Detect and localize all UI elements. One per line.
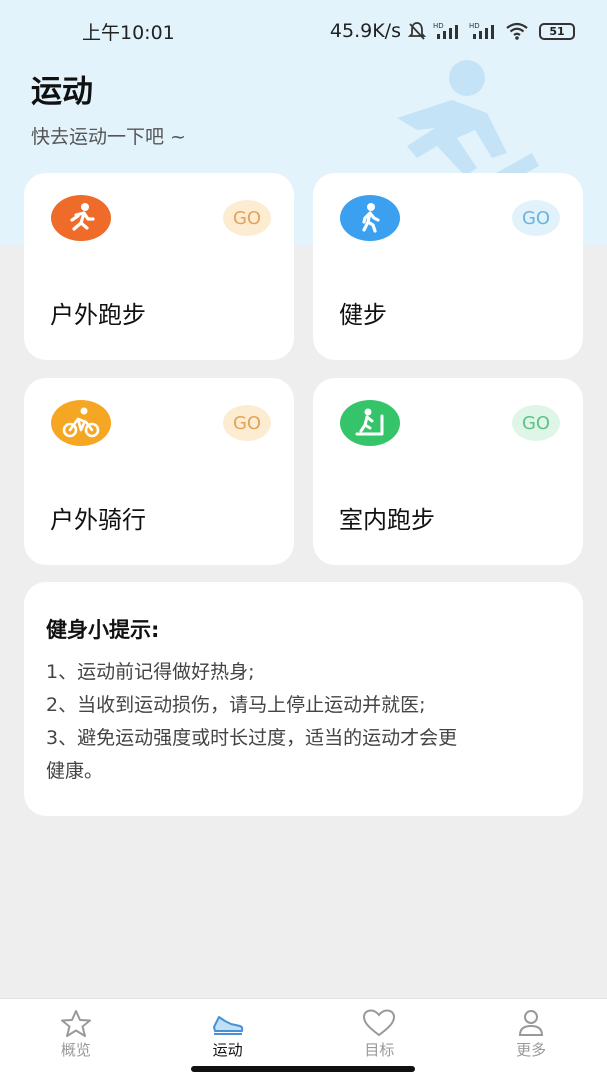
go-button[interactable]: GO (512, 405, 560, 441)
nav-label: 概览 (60, 1041, 91, 1059)
fitness-tips-card: 健身小提示: 1、运动前记得做好热身; 2、当收到运动损伤，请马上停止运动并就医… (24, 582, 583, 816)
star-icon (60, 1010, 91, 1037)
page-subtitle: 快去运动一下吧 ~ (31, 126, 186, 148)
page-title: 运动 (31, 74, 93, 110)
sport-card-outdoor-cycling[interactable]: GO 户外骑行 (24, 378, 294, 565)
tips-title: 健身小提示: (46, 618, 160, 642)
walking-icon (340, 195, 400, 241)
battery-level: 51 (549, 24, 565, 38)
sport-label: 户外骑行 (50, 506, 146, 534)
nav-item-overview[interactable]: 概览 (0, 999, 152, 1080)
tip-line: 3、避免运动强度或时长过度，适当的运动才会更 (46, 727, 458, 749)
tip-line: 健康。 (46, 760, 104, 782)
status-indicators: 45.9K/s HD HD 51 (330, 20, 575, 42)
svg-text:HD: HD (469, 22, 480, 30)
battery-icon: 51 (539, 22, 575, 40)
sneaker-icon (212, 1016, 243, 1035)
hd-signal-icon: HD (469, 22, 494, 39)
sport-label: 健步 (339, 301, 387, 329)
sport-card-outdoor-running[interactable]: GO 户外跑步 (24, 173, 294, 360)
nav-label: 运动 (212, 1041, 243, 1059)
sport-card-walking[interactable]: GO 健步 (313, 173, 583, 360)
tip-line: 1、运动前记得做好热身; (46, 661, 255, 683)
sport-label: 户外跑步 (50, 301, 146, 329)
go-button[interactable]: GO (223, 405, 271, 441)
home-indicator[interactable] (191, 1066, 415, 1072)
go-button[interactable]: GO (512, 200, 560, 236)
hd-signal-icon: HD (433, 22, 458, 39)
sport-card-indoor-running[interactable]: GO 室内跑步 (313, 378, 583, 565)
status-bar: 上午10:01 45.9K/s HD HD 51 (0, 0, 607, 62)
nav-item-more[interactable]: 更多 (455, 999, 607, 1080)
cycling-icon (51, 400, 111, 446)
nav-label: 更多 (516, 1041, 547, 1059)
wifi-icon (506, 22, 528, 40)
svg-text:HD: HD (433, 22, 444, 30)
network-speed: 45.9K/s (329, 20, 401, 42)
status-time: 上午10:01 (82, 21, 175, 44)
person-icon (519, 1010, 544, 1036)
sport-label: 室内跑步 (339, 506, 435, 534)
tip-line: 2、当收到运动损伤，请马上停止运动并就医; (46, 694, 426, 716)
treadmill-icon (340, 400, 400, 446)
heart-icon (363, 1009, 396, 1037)
running-icon (51, 195, 111, 241)
mute-bell-icon (407, 22, 427, 40)
go-button[interactable]: GO (223, 200, 271, 236)
nav-label: 目标 (364, 1041, 395, 1059)
